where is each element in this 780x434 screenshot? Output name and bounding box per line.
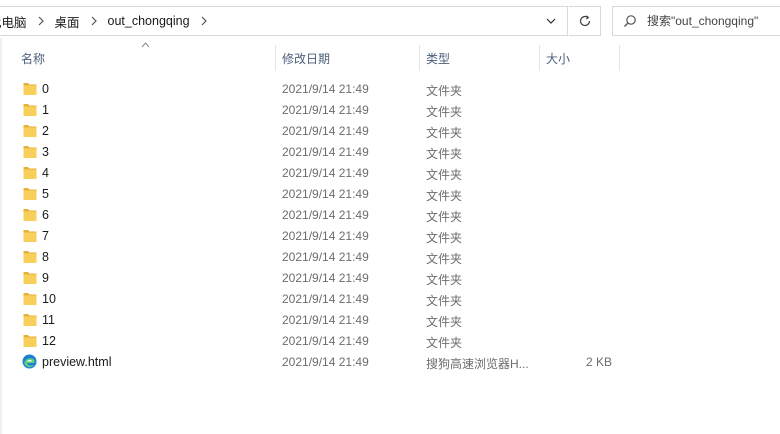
chevron-right-icon[interactable]: [192, 16, 216, 26]
file-row[interactable]: preview.html 2021/9/14 21:49 搜狗高速浏览器H...…: [0, 351, 780, 372]
file-date: 2021/9/14 21:49: [282, 355, 369, 369]
file-row[interactable]: 10 2021/9/14 21:49 文件夹: [0, 288, 780, 309]
file-type: 文件夹: [426, 84, 463, 98]
file-type: 文件夹: [426, 294, 463, 308]
file-name: 6: [42, 208, 49, 222]
column-header-date-label: 修改日期: [282, 51, 331, 66]
column-header-size-label: 大小: [546, 51, 571, 66]
file-row[interactable]: 5 2021/9/14 21:49 文件夹: [0, 183, 780, 204]
chevron-down-icon: [546, 18, 556, 24]
chevron-right-icon[interactable]: [29, 16, 53, 26]
file-name: 9: [42, 271, 49, 285]
column-header-name[interactable]: 名称: [21, 45, 271, 71]
search-input[interactable]: [647, 14, 780, 28]
column-header-date[interactable]: 修改日期: [282, 45, 414, 71]
folder-icon: [23, 104, 37, 116]
file-type: 文件夹: [426, 189, 463, 203]
file-row[interactable]: 1 2021/9/14 21:49 文件夹: [0, 99, 780, 120]
column-divider[interactable]: [275, 45, 276, 71]
file-row[interactable]: 9 2021/9/14 21:49 文件夹: [0, 267, 780, 288]
file-name: 4: [42, 166, 49, 180]
folder-icon: [23, 314, 37, 326]
folder-icon: [23, 146, 37, 158]
folder-icon: [23, 188, 37, 200]
file-row[interactable]: 4 2021/9/14 21:49 文件夹: [0, 162, 780, 183]
folder-icon: [23, 83, 37, 95]
breadcrumb-this-pc[interactable]: 此电脑: [0, 12, 29, 31]
file-date: 2021/9/14 21:49: [282, 103, 369, 117]
file-type: 文件夹: [426, 168, 463, 182]
file-row[interactable]: 11 2021/9/14 21:49 文件夹: [0, 309, 780, 330]
file-date: 2021/9/14 21:49: [282, 208, 369, 222]
file-date: 2021/9/14 21:49: [282, 313, 369, 327]
file-date: 2021/9/14 21:49: [282, 271, 369, 285]
refresh-button[interactable]: [569, 6, 601, 36]
file-type: 文件夹: [426, 105, 463, 119]
folder-icon: [23, 167, 37, 179]
address-bar[interactable]: 此电脑 桌面 out_chongqing: [0, 6, 568, 36]
breadcrumb-current-folder[interactable]: out_chongqing: [106, 14, 192, 28]
file-date: 2021/9/14 21:49: [282, 145, 369, 159]
search-box[interactable]: [612, 6, 780, 36]
file-row[interactable]: 0 2021/9/14 21:49 文件夹: [0, 78, 780, 99]
file-type: 文件夹: [426, 126, 463, 140]
file-list: 0 2021/9/14 21:49 文件夹 1 2021/9/14 21:49 …: [0, 78, 780, 372]
file-date: 2021/9/14 21:49: [282, 124, 369, 138]
refresh-icon: [579, 15, 590, 27]
file-row[interactable]: 6 2021/9/14 21:49 文件夹: [0, 204, 780, 225]
breadcrumb: 此电脑 桌面 out_chongqing: [0, 7, 216, 35]
file-date: 2021/9/14 21:49: [282, 187, 369, 201]
file-size: 2 KB: [585, 355, 612, 369]
file-date: 2021/9/14 21:49: [282, 334, 369, 348]
file-row[interactable]: 7 2021/9/14 21:49 文件夹: [0, 225, 780, 246]
file-type: 文件夹: [426, 336, 463, 350]
file-date: 2021/9/14 21:49: [282, 229, 369, 243]
folder-icon: [23, 230, 37, 242]
file-date: 2021/9/14 21:49: [282, 82, 369, 96]
chevron-right-icon[interactable]: [82, 16, 106, 26]
file-type: 文件夹: [426, 210, 463, 224]
file-name: 5: [42, 187, 49, 201]
edge-html-icon: [22, 354, 37, 369]
file-name: 10: [42, 292, 56, 306]
column-header-type[interactable]: 类型: [426, 45, 536, 71]
folder-icon: [23, 272, 37, 284]
file-name: 12: [42, 334, 56, 348]
file-row[interactable]: 3 2021/9/14 21:49 文件夹: [0, 141, 780, 162]
folder-icon: [23, 209, 37, 221]
column-divider[interactable]: [419, 45, 420, 71]
breadcrumb-desktop[interactable]: 桌面: [53, 12, 82, 31]
file-name: 3: [42, 145, 49, 159]
file-type: 文件夹: [426, 273, 463, 287]
folder-icon: [23, 251, 37, 263]
column-header-type-label: 类型: [426, 51, 451, 66]
file-name: 11: [42, 313, 55, 327]
folder-icon: [23, 125, 37, 137]
file-date: 2021/9/14 21:49: [282, 292, 369, 306]
file-name: preview.html: [42, 355, 112, 369]
file-type: 文件夹: [426, 315, 463, 329]
file-row[interactable]: 2 2021/9/14 21:49 文件夹: [0, 120, 780, 141]
folder-icon: [23, 293, 37, 305]
search-icon: [613, 14, 647, 28]
column-divider[interactable]: [539, 45, 540, 71]
file-name: 7: [42, 229, 49, 243]
file-type: 搜狗高速浏览器H...: [426, 357, 529, 371]
file-name: 1: [42, 103, 49, 117]
file-type: 文件夹: [426, 252, 463, 266]
file-name: 2: [42, 124, 49, 138]
address-history-button[interactable]: [539, 7, 563, 35]
file-row[interactable]: 8 2021/9/14 21:49 文件夹: [0, 246, 780, 267]
file-name: 0: [42, 82, 49, 96]
file-date: 2021/9/14 21:49: [282, 250, 369, 264]
column-divider[interactable]: [619, 45, 620, 71]
file-row[interactable]: 12 2021/9/14 21:49 文件夹: [0, 330, 780, 351]
file-type: 文件夹: [426, 231, 463, 245]
file-type: 文件夹: [426, 147, 463, 161]
file-date: 2021/9/14 21:49: [282, 166, 369, 180]
folder-icon: [23, 335, 37, 347]
column-header-name-label: 名称: [21, 51, 46, 66]
column-header-size[interactable]: 大小: [546, 45, 616, 71]
file-name: 8: [42, 250, 49, 264]
